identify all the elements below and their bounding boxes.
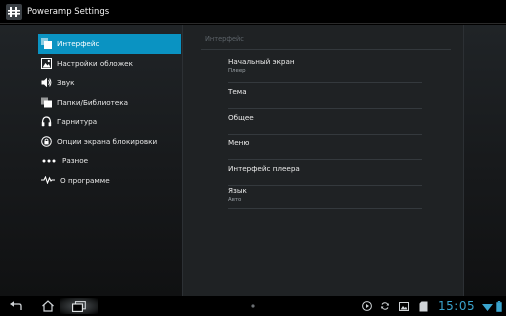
speaker-icon xyxy=(41,77,52,88)
sd-card-icon xyxy=(419,301,427,311)
wifi-indicator[interactable] xyxy=(481,298,493,314)
pref-title: Меню xyxy=(228,138,250,147)
clock[interactable]: 15:05 xyxy=(438,299,475,313)
home-icon xyxy=(42,300,54,312)
sync-icon xyxy=(381,302,389,310)
recent-apps-icon xyxy=(72,300,86,312)
sidebar-item-sound[interactable]: Звук xyxy=(38,73,181,93)
pref-title: Общее xyxy=(228,113,254,122)
pref-title: Интерфейс плеера xyxy=(228,164,300,173)
headset-icon xyxy=(41,116,52,127)
header-divider xyxy=(201,49,451,50)
sidebar-item-label: О программе xyxy=(60,175,110,185)
gallery-notification[interactable] xyxy=(398,298,410,314)
sidebar-item-label: Опции экрана блокировки xyxy=(57,136,158,146)
pref-player-interface[interactable]: Интерфейс плеера xyxy=(228,164,422,186)
battery-indicator[interactable] xyxy=(494,298,504,314)
app-title: Poweramp Settings xyxy=(27,6,110,17)
play-icon xyxy=(362,301,372,311)
pref-summary: Плеер xyxy=(228,68,246,74)
sidebar-item-about[interactable]: О программе xyxy=(38,171,181,191)
pref-general[interactable]: Общее xyxy=(228,113,422,135)
menu-dot xyxy=(249,298,257,314)
dot-icon xyxy=(251,304,255,308)
sd-card-notification[interactable] xyxy=(417,298,429,314)
sidebar-item-label: Папки/Библиотека xyxy=(57,97,128,107)
play-notification[interactable] xyxy=(361,298,373,314)
about-icon xyxy=(41,175,55,186)
image-icon xyxy=(399,301,409,311)
sidebar-item-label: Настройки обложек xyxy=(57,58,133,68)
settings-content: Интерфейс Настройки обложек Звук Папки/Б… xyxy=(0,25,506,296)
system-nav-bar: 15:05 xyxy=(0,296,506,316)
battery-icon xyxy=(496,300,502,312)
settings-sidebar: Интерфейс Настройки обложек Звук Папки/Б… xyxy=(38,34,181,190)
pref-title: Язык xyxy=(228,186,247,195)
sidebar-item-label: Гарнитура xyxy=(57,117,98,127)
interface-icon xyxy=(41,38,52,50)
sidebar-item-label: Интерфейс xyxy=(57,39,100,49)
home-button[interactable] xyxy=(38,298,58,314)
panel-header: Интерфейс xyxy=(205,35,244,43)
pref-menu[interactable]: Меню xyxy=(228,138,422,160)
misc-icon xyxy=(41,155,57,166)
sidebar-item-folders[interactable]: Папки/Библиотека xyxy=(38,93,181,113)
preferences-panel: Интерфейс Начальный экран Плеер Тема Общ… xyxy=(182,25,464,296)
sidebar-item-label: Звук xyxy=(57,78,75,88)
sync-notification[interactable] xyxy=(379,298,391,314)
pref-summary: Авто xyxy=(228,197,242,203)
sidebar-item-lock-screen[interactable]: Опции экрана блокировки xyxy=(38,132,181,152)
action-bar: Poweramp Settings xyxy=(0,0,506,24)
poweramp-app-icon[interactable] xyxy=(6,3,22,20)
recent-apps-button[interactable] xyxy=(60,298,98,314)
pref-language[interactable]: Язык Авто xyxy=(228,186,422,209)
folders-icon xyxy=(41,97,52,108)
sidebar-item-misc[interactable]: Разное xyxy=(38,151,181,171)
pref-theme[interactable]: Тема xyxy=(228,87,422,109)
sidebar-item-interface[interactable]: Интерфейс xyxy=(38,34,181,54)
back-icon xyxy=(10,300,22,310)
back-button[interactable] xyxy=(6,298,26,314)
lock-screen-icon xyxy=(41,135,52,147)
pref-title: Тема xyxy=(228,87,247,96)
sidebar-item-headset[interactable]: Гарнитура xyxy=(38,112,181,132)
pref-start-screen[interactable]: Начальный экран Плеер xyxy=(228,57,422,83)
wifi-icon xyxy=(481,303,493,311)
album-art-icon xyxy=(41,57,52,69)
pref-title: Начальный экран xyxy=(228,57,295,66)
sidebar-item-album-art[interactable]: Настройки обложек xyxy=(38,54,181,74)
sidebar-item-label: Разное xyxy=(62,156,89,166)
